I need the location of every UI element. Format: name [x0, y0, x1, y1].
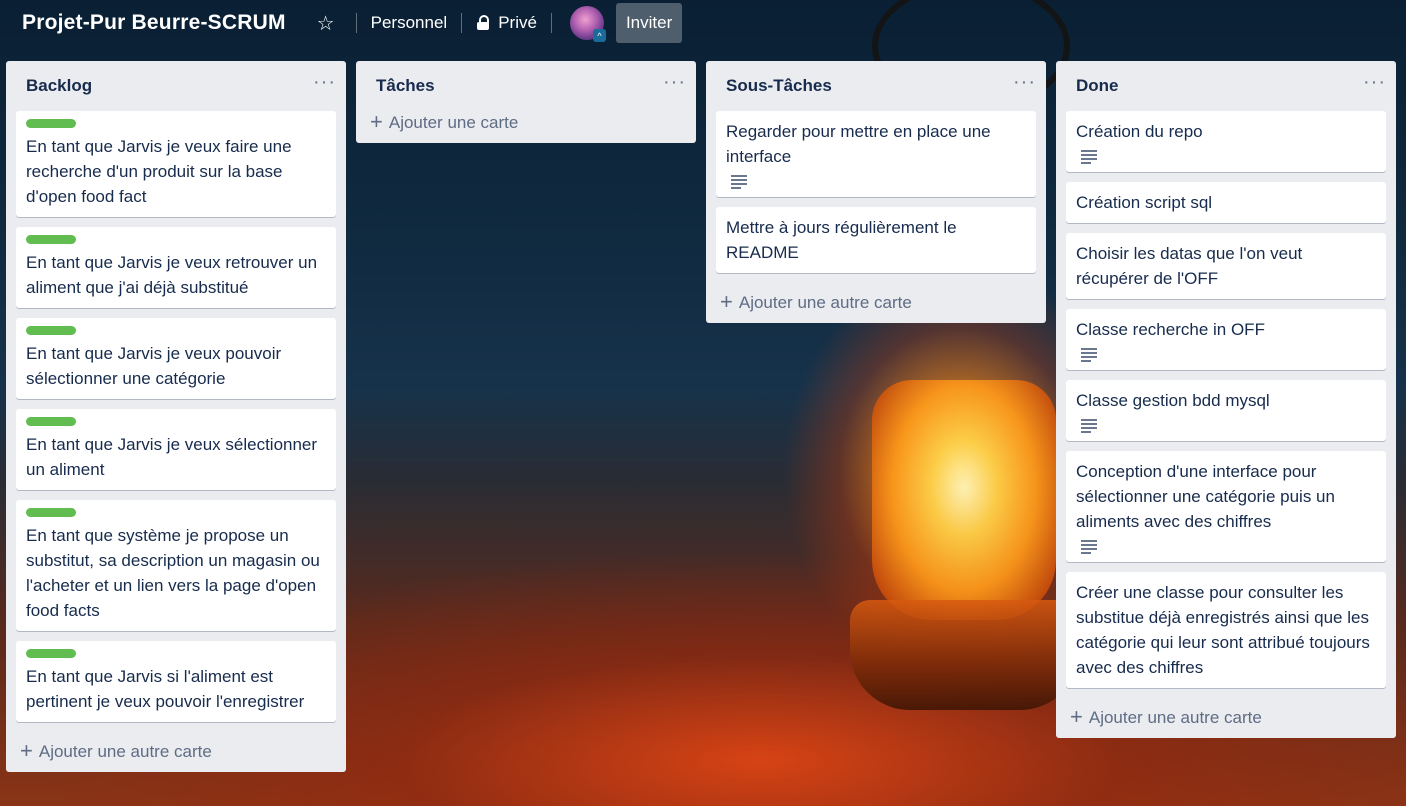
card-title: Classe recherche in OFF [1076, 320, 1265, 339]
list-title[interactable]: Done [1076, 76, 1119, 96]
add-card-button[interactable]: + Ajouter une carte [356, 103, 696, 143]
workspace-label: Personnel [370, 13, 448, 32]
add-card-button[interactable]: + Ajouter une autre carte [6, 732, 346, 772]
list-sous-taches: Sous-Tâches ··· Regarder pour mettre en … [706, 61, 1046, 323]
card-label-green[interactable] [26, 119, 76, 128]
visibility-button[interactable]: Privé [470, 9, 543, 37]
admin-chevron-icon: ^ [592, 29, 606, 42]
board-title[interactable]: Projet-Pur Beurre-SCRUM [22, 11, 286, 35]
add-card-label: Ajouter une autre carte [38, 742, 212, 761]
card-label-green[interactable] [26, 417, 76, 426]
background-lantern-base [850, 600, 1080, 710]
list-header: Backlog ··· [6, 61, 346, 111]
card[interactable]: Classe gestion bdd mysql [1066, 380, 1386, 441]
description-icon [1081, 419, 1097, 433]
list-menu-icon[interactable]: ··· [313, 72, 336, 92]
card-label-green[interactable] [26, 235, 76, 244]
invite-label: Inviter [625, 13, 673, 32]
background-lantern-glass [872, 380, 1056, 620]
invite-button[interactable]: Inviter [615, 3, 683, 43]
card[interactable]: En tant que Jarvis je veux retrouver un … [16, 227, 336, 308]
card[interactable]: En tant que Jarvis je veux sélectionner … [16, 409, 336, 490]
description-icon [1081, 540, 1097, 554]
list-backlog: Backlog ··· En tant que Jarvis je veux f… [6, 61, 346, 772]
list-menu-icon[interactable]: ··· [1013, 72, 1036, 92]
add-card-button[interactable]: + Ajouter une autre carte [706, 283, 1046, 323]
card-title: En tant que Jarvis je veux faire une rec… [26, 137, 292, 206]
card-label-green[interactable] [26, 649, 76, 658]
card-list: Création du repo Création script sql Cho… [1056, 111, 1396, 688]
header-divider [461, 13, 463, 33]
workspace-button[interactable]: Personnel [365, 9, 454, 37]
card[interactable]: En tant que Jarvis je veux pouvoir sélec… [16, 318, 336, 399]
avatar[interactable]: ^ [569, 6, 606, 42]
add-card-label: Ajouter une autre carte [1088, 708, 1262, 727]
description-icon [731, 175, 747, 189]
list-done: Done ··· Création du repo Création scrip… [1056, 61, 1396, 738]
card-title: En tant que système je propose un substi… [26, 526, 320, 620]
card-title: Création du repo [1076, 122, 1203, 141]
card-list: Regarder pour mettre en place une interf… [706, 111, 1046, 273]
card-title: Classe gestion bdd mysql [1076, 391, 1270, 410]
list-menu-icon[interactable]: ··· [663, 72, 686, 92]
card-list: En tant que Jarvis je veux faire une rec… [6, 111, 346, 722]
card-title: Conception d'une interface pour sélectio… [1076, 462, 1335, 531]
description-icon [1081, 150, 1097, 164]
card[interactable]: En tant que Jarvis si l'aliment est pert… [16, 641, 336, 722]
card[interactable]: En tant que Jarvis je veux faire une rec… [16, 111, 336, 217]
card[interactable]: Choisir les datas que l'on veut récupére… [1066, 233, 1386, 299]
add-card-label: Ajouter une autre carte [738, 293, 912, 312]
header-divider [550, 13, 552, 33]
card-title: En tant que Jarvis je veux pouvoir sélec… [26, 344, 282, 388]
card-title: Créer une classe pour consulter les subs… [1076, 583, 1370, 677]
header-divider [355, 13, 357, 33]
plus-icon: + [20, 738, 33, 763]
list-menu-icon[interactable]: ··· [1363, 72, 1386, 92]
card[interactable]: Conception d'une interface pour sélectio… [1066, 451, 1386, 562]
card-title: Mettre à jours régulièrement le README [726, 218, 957, 262]
card[interactable]: En tant que système je propose un substi… [16, 500, 336, 631]
card[interactable]: Mettre à jours régulièrement le README [716, 207, 1036, 273]
lock-icon [476, 15, 490, 31]
card-title: Création script sql [1076, 193, 1213, 212]
list-title[interactable]: Tâches [376, 76, 435, 96]
list-taches: Tâches ··· + Ajouter une carte [356, 61, 696, 143]
list-title[interactable]: Sous-Tâches [726, 76, 832, 96]
card-title: En tant que Jarvis je veux sélectionner … [26, 435, 318, 479]
card-title: En tant que Jarvis je veux retrouver un … [26, 253, 318, 297]
card[interactable]: Création du repo [1066, 111, 1386, 172]
list-header: Done ··· [1056, 61, 1396, 111]
card[interactable]: Création script sql [1066, 182, 1386, 223]
visibility-label: Privé [498, 13, 537, 32]
list-title[interactable]: Backlog [26, 76, 92, 96]
add-card-label: Ajouter une carte [388, 113, 519, 132]
card-label-green[interactable] [26, 326, 76, 335]
board-header: Projet-Pur Beurre-SCRUM ☆ Personnel Priv… [0, 0, 1406, 46]
card[interactable]: Regarder pour mettre en place une interf… [716, 111, 1036, 197]
add-card-button[interactable]: + Ajouter une autre carte [1056, 698, 1396, 738]
card-title: Choisir les datas que l'on veut récupére… [1076, 244, 1303, 288]
card-title: En tant que Jarvis si l'aliment est pert… [26, 667, 305, 711]
plus-icon: + [370, 109, 383, 134]
plus-icon: + [1070, 704, 1083, 729]
card[interactable]: Classe recherche in OFF [1066, 309, 1386, 370]
description-icon [1081, 348, 1097, 362]
plus-icon: + [720, 289, 733, 314]
card[interactable]: Créer une classe pour consulter les subs… [1066, 572, 1386, 688]
list-header: Sous-Tâches ··· [706, 61, 1046, 111]
card-title: Regarder pour mettre en place une interf… [726, 122, 991, 166]
card-label-green[interactable] [26, 508, 76, 517]
star-icon[interactable]: ☆ [312, 9, 340, 37]
